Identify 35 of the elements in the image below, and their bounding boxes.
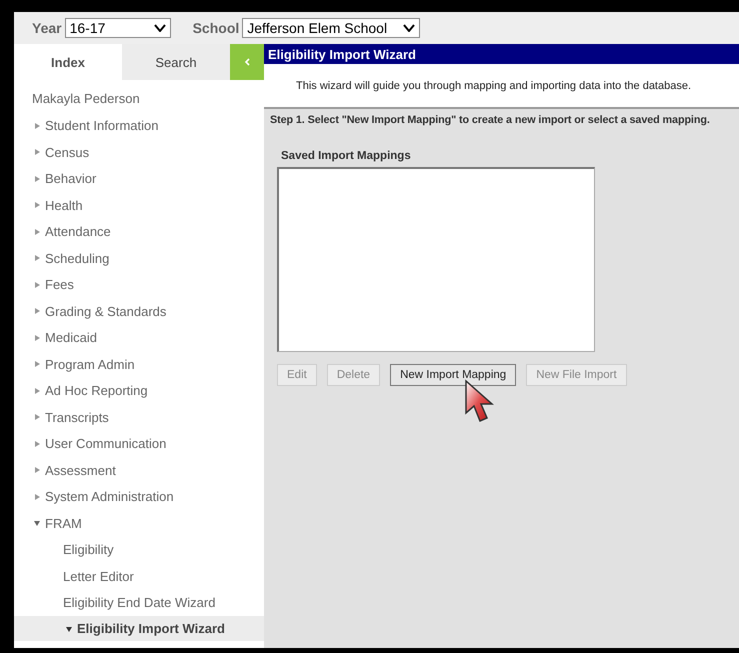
tree-item[interactable]: Fees <box>14 272 264 298</box>
caret-icon <box>154 24 166 32</box>
tree-item[interactable]: Program Admin <box>14 351 264 378</box>
tree-item[interactable]: Eligibility Import Wizard <box>14 616 264 641</box>
tree-item[interactable]: Scheduling <box>14 245 264 272</box>
panel-header: Eligibility Import Wizard <box>264 44 739 64</box>
caret-icon <box>403 24 416 32</box>
tree-item[interactable]: Medicaid <box>14 324 264 351</box>
tree-item[interactable]: User Communication <box>14 430 264 457</box>
tree-item[interactable]: FRAM <box>14 510 264 536</box>
field-label: Year <box>32 20 62 36</box>
person-name: Makayla Pederson <box>31 90 141 108</box>
tree-item[interactable]: Student Information <box>14 112 264 139</box>
dropdown[interactable]: 16-17 <box>64 18 171 38</box>
intro-text: This wizard will guide you through mapping and importing data into the database. <box>296 80 692 92</box>
tree-item[interactable]: Ad Hoc Reporting <box>14 378 264 404</box>
tree-item[interactable]: Census <box>14 139 264 166</box>
tab[interactable]: Search <box>122 44 230 80</box>
tree-item[interactable]: Grading & Standards <box>14 298 264 324</box>
chevron-icon <box>244 58 250 66</box>
mapping-list[interactable] <box>277 167 595 352</box>
tree-item[interactable]: Eligibility End Date Wizard <box>14 590 264 616</box>
tree-item[interactable]: Transcripts <box>14 404 264 430</box>
tree-item[interactable]: Assessment <box>14 457 264 484</box>
tree-item[interactable]: System Administration <box>14 484 264 510</box>
button[interactable]: New Import Mapping <box>390 364 516 386</box>
tree-item[interactable]: Attendance <box>14 218 264 245</box>
field-label: School <box>192 20 240 36</box>
list-label: Saved Import Mappings <box>281 150 412 162</box>
tree-item[interactable]: Behavior <box>14 166 264 192</box>
step-text: Step 1. Select "New Import Mapping" to create a new import or select a saved mapping. <box>269 113 711 126</box>
dropdown[interactable]: Jefferson Elem School <box>242 18 420 38</box>
tree-item[interactable]: Health <box>14 192 264 218</box>
tree-item[interactable]: Eligibility <box>14 536 264 563</box>
tree-item[interactable]: Letter Editor <box>14 563 264 590</box>
